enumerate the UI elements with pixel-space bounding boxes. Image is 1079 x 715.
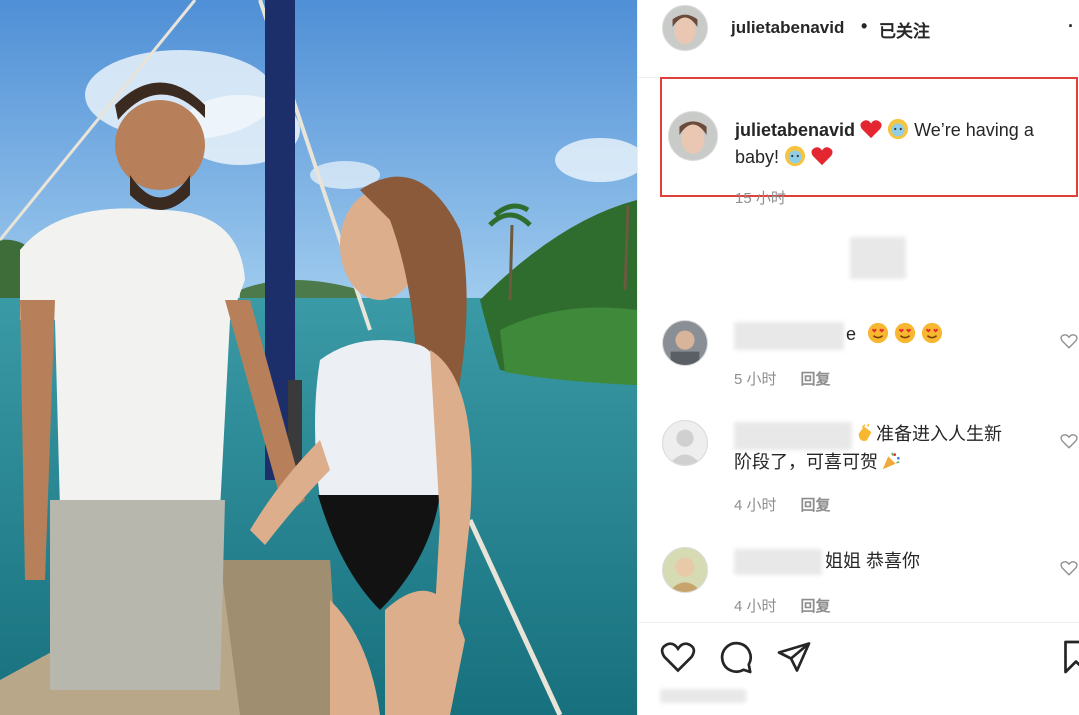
blurred-username	[734, 549, 822, 575]
post-action-bar	[638, 622, 1079, 715]
clapping-hands-icon	[858, 423, 872, 441]
caption-line-1: We’re having a	[914, 120, 1034, 140]
caption-line-2: baby!	[735, 147, 780, 167]
save-button[interactable]	[1058, 639, 1079, 675]
comment-timestamp: 5 小时	[734, 371, 777, 388]
like-comment-heart-icon[interactable]	[1060, 559, 1078, 577]
red-heart-emoji-icon	[811, 147, 833, 166]
post-header: julietabenavid • 已关注 ·	[638, 0, 1079, 78]
baby-emoji-icon	[887, 118, 909, 140]
caption-text: julietabenavid We’re having a baby!	[735, 117, 1070, 171]
baby-emoji-icon	[784, 145, 806, 167]
comment-text: 准备进入人生新 阶段了，可喜可贺	[734, 420, 1054, 476]
follow-status-button[interactable]: 已关注	[879, 17, 930, 42]
author-avatar[interactable]	[662, 5, 708, 51]
smiling-face-with-hearts-icon	[867, 322, 889, 344]
comment-text-line-2: 阶段了，可喜可贺	[734, 452, 878, 472]
comment-meta: 4 小时 回复	[734, 595, 855, 616]
more-icon[interactable]: ·	[1068, 16, 1074, 37]
caption-highlight-box: julietabenavid We’re having a baby!	[660, 77, 1078, 197]
reply-button[interactable]: 回复	[801, 371, 831, 388]
heart-icon	[660, 642, 696, 673]
comment-text-fragment: 姐姐 恭喜你	[825, 551, 921, 571]
comment-button[interactable]	[718, 639, 754, 675]
share-button[interactable]	[776, 639, 812, 675]
comment-text: e	[846, 320, 943, 348]
author-username[interactable]: julietabenavid	[731, 18, 844, 38]
blurred-loader	[850, 237, 906, 279]
comment-text: 姐姐 恭喜你	[825, 547, 920, 575]
comment-text-fragment: e	[846, 324, 857, 344]
post-photo	[0, 0, 637, 715]
comment-timestamp: 4 小时	[734, 598, 777, 615]
caption-avatar[interactable]	[668, 111, 718, 161]
smiling-face-with-hearts-icon	[921, 322, 943, 344]
comment-item: 准备进入人生新 阶段了，可喜可贺 4 小时 回复	[638, 418, 1079, 528]
share-icon	[777, 642, 811, 672]
comment-text-line-1: 准备进入人生新	[876, 424, 1002, 444]
comment-item: e 5 小时 回复	[638, 318, 1079, 408]
comment-timestamp: 4 小时	[734, 497, 777, 514]
blurred-username	[734, 322, 844, 350]
party-popper-icon	[882, 452, 900, 470]
bookmark-icon	[1064, 640, 1079, 674]
comment-icon	[720, 641, 752, 674]
comment-item: 姐姐 恭喜你 4 小时 回复	[638, 545, 1079, 620]
reply-button[interactable]: 回复	[801, 497, 831, 514]
like-comment-heart-icon[interactable]	[1060, 432, 1078, 450]
commenter-avatar[interactable]	[662, 547, 708, 593]
blurred-likes-count	[660, 689, 746, 703]
caption-username[interactable]: julietabenavid	[735, 120, 855, 140]
separator-dot: •	[861, 16, 868, 36]
red-heart-emoji-icon	[860, 120, 882, 139]
reply-button[interactable]: 回复	[801, 598, 831, 615]
post-sidebar: julietabenavid • 已关注 · julietabenavid We…	[637, 0, 1079, 715]
comment-meta: 4 小时 回复	[734, 494, 855, 515]
smiling-face-with-hearts-icon	[894, 322, 916, 344]
like-button[interactable]	[660, 639, 696, 675]
commenter-avatar[interactable]	[662, 420, 708, 466]
like-comment-heart-icon[interactable]	[1060, 332, 1078, 350]
caption-timestamp: 15 小时	[735, 190, 786, 207]
comment-meta: 5 小时 回复	[734, 368, 855, 389]
commenter-avatar[interactable]	[662, 320, 708, 366]
